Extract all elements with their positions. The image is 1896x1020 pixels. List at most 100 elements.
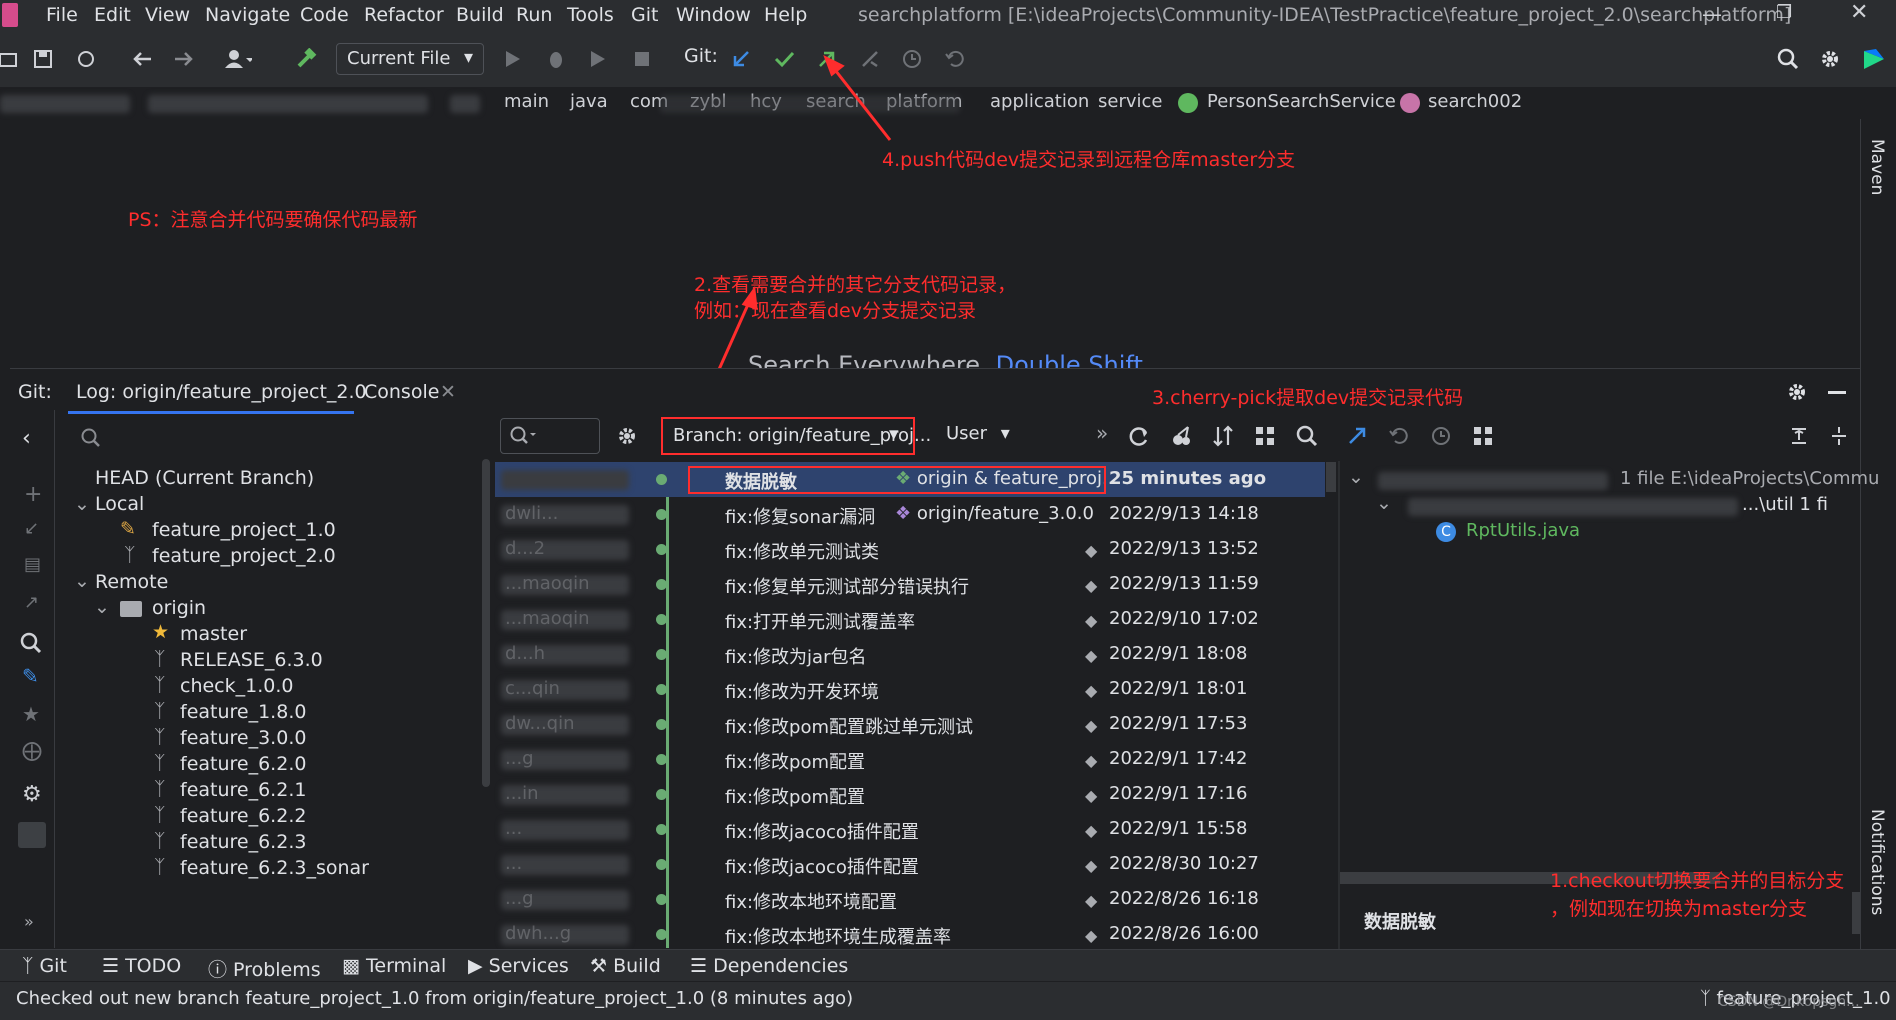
collapse-all-icon[interactable]: [1828, 425, 1850, 447]
branch-local-item[interactable]: feature_project_2.0: [152, 545, 336, 567]
ide-logo-icon[interactable]: [1860, 45, 1888, 73]
commit-row[interactable]: ...maoqin fix:打开单元测试覆盖率 ◆ 2022/9/10 17:02: [495, 602, 1325, 637]
open-folder-icon[interactable]: [0, 45, 22, 73]
commit-row[interactable]: d...h fix:修改为jar包名 ◆ 2022/9/1 18:08: [495, 637, 1325, 672]
menu-window[interactable]: Window: [676, 4, 751, 26]
maximize-button[interactable]: ❐: [1776, 2, 1792, 23]
tab-dependencies[interactable]: ☰ Dependencies: [690, 955, 848, 977]
branch-remote-item[interactable]: check_1.0.0: [180, 675, 293, 697]
menu-help[interactable]: Help: [764, 4, 807, 26]
back-arrow-icon[interactable]: [128, 45, 156, 73]
save-icon[interactable]: [29, 45, 57, 73]
branch-remote-origin[interactable]: origin: [152, 597, 206, 619]
branch-remote-item[interactable]: feature_6.2.1: [180, 779, 306, 801]
run-icon[interactable]: [498, 45, 526, 73]
breadcrumb-item[interactable]: service: [1098, 91, 1162, 112]
user-filter-dropdown[interactable]: User ▾: [946, 423, 1010, 444]
branch-remote-item[interactable]: feature_6.2.3: [180, 831, 306, 853]
more-icon[interactable]: »: [24, 912, 34, 931]
chevron-down-icon[interactable]: ⌄: [74, 570, 90, 592]
branch-group-remote[interactable]: Remote: [95, 571, 168, 593]
branch-remote-item[interactable]: feature_1.8.0: [180, 701, 306, 723]
chevron-down-icon[interactable]: ⌄: [74, 493, 90, 515]
branch-remote-item[interactable]: feature_6.2.3_sonar: [180, 857, 369, 879]
branch-remote-item[interactable]: feature_6.2.2: [180, 805, 306, 827]
breadcrumb-item[interactable]: application: [990, 91, 1089, 112]
tab-todo[interactable]: ☰ TODO: [102, 955, 181, 977]
delete-icon[interactable]: ▤: [24, 554, 41, 575]
build-hammer-icon[interactable]: [292, 45, 320, 73]
grid-view-icon[interactable]: [1254, 425, 1276, 447]
close-console-icon[interactable]: ✕: [440, 381, 456, 403]
menu-view[interactable]: View: [145, 4, 190, 26]
tab-log[interactable]: Log: origin/feature_project_2.0: [76, 381, 367, 403]
git-update-icon[interactable]: [727, 45, 755, 73]
user-icon[interactable]: [224, 45, 252, 73]
chevron-down-icon[interactable]: ⌄: [1376, 492, 1392, 514]
commit-row[interactable]: ... fix:修改jacoco插件配置 ◆ 2022/9/1 15:58: [495, 812, 1325, 847]
back-chevron-icon[interactable]: ‹: [22, 426, 31, 451]
debug-icon[interactable]: [542, 45, 570, 73]
history-icon[interactable]: [898, 45, 926, 73]
branch-remote-item[interactable]: feature_3.0.0: [180, 727, 306, 749]
commit-row[interactable]: ...maoqin fix:修复单元测试部分错误执行 ◆ 2022/9/13 11:5…: [495, 567, 1325, 602]
branch-head[interactable]: HEAD (Current Branch): [95, 467, 314, 489]
favorite-star-icon[interactable]: ★: [22, 702, 40, 726]
close-button[interactable]: ✕: [1850, 0, 1868, 25]
commit-row[interactable]: d...2 fix:修改单元测试类 ◆ 2022/9/13 13:52: [495, 532, 1325, 567]
stop-icon[interactable]: [628, 45, 656, 73]
maven-tool-button[interactable]: Maven: [1867, 139, 1887, 195]
commit-list-scrollbar[interactable]: [1326, 462, 1336, 492]
breadcrumb-method[interactable]: search002: [1428, 91, 1522, 112]
coverage-icon[interactable]: [584, 45, 612, 73]
branch-filter-dropdown[interactable]: Branch: origin/feature_proj... ▾: [661, 417, 931, 455]
menu-file[interactable]: File: [46, 4, 78, 26]
git-push-icon[interactable]: [813, 45, 841, 73]
menu-edit[interactable]: Edit: [94, 4, 131, 26]
commit-row[interactable]: c...qin fix:修改为开发环境 ◆ 2022/9/1 18:01: [495, 672, 1325, 707]
commit-row[interactable]: ...g fix:修改pom配置 ◆ 2022/9/1 17:42: [495, 742, 1325, 777]
refresh-icon[interactable]: [1128, 425, 1150, 447]
target-icon[interactable]: ⨁: [22, 738, 42, 762]
settings-gear-icon[interactable]: ⚙: [22, 782, 42, 807]
menu-refactor[interactable]: Refactor: [364, 4, 444, 26]
edit-icon[interactable]: ✎: [22, 664, 39, 688]
tab-problems[interactable]: ⓘ Problems: [208, 955, 321, 982]
log-search-field[interactable]: [500, 418, 600, 454]
revert-icon[interactable]: [1388, 425, 1410, 447]
commit-row[interactable]: ...in fix:修改pom配置 ◆ 2022/9/1 17:16: [495, 777, 1325, 812]
forward-arrow-icon[interactable]: [170, 45, 198, 73]
cherry-pick-icon[interactable]: [1170, 425, 1192, 447]
menu-navigate[interactable]: Navigate: [205, 4, 290, 26]
sort-icon[interactable]: [1212, 425, 1234, 447]
minimize-button[interactable]: —: [1702, 2, 1722, 26]
branch-remote-item[interactable]: feature_6.2.0: [180, 753, 306, 775]
breadcrumb-class[interactable]: PersonSearchService: [1207, 91, 1396, 112]
commit-row[interactable]: ...g fix:修改本地环境配置 ◆ 2022/8/26 16:18: [495, 882, 1325, 917]
more-filters-icon[interactable]: »: [1096, 421, 1108, 445]
tab-services[interactable]: ▶ Services: [468, 955, 569, 977]
commit-row[interactable]: dwh...g fix:修改本地环境生成覆盖率 ◆ 2022/8/26 16:00: [495, 917, 1325, 952]
branch-remote-item[interactable]: RELEASE_6.3.0: [180, 649, 323, 671]
git-commit-icon[interactable]: [770, 45, 798, 73]
tab-build[interactable]: ⚒ Build: [590, 955, 661, 977]
details-scrollbar[interactable]: [1852, 892, 1860, 934]
minimize-panel-icon[interactable]: [1828, 391, 1846, 394]
branch-search-field[interactable]: [68, 421, 488, 455]
update-icon[interactable]: ↙: [24, 518, 39, 539]
menu-build[interactable]: Build: [456, 4, 504, 26]
menu-git[interactable]: Git: [631, 4, 658, 26]
menu-tools[interactable]: Tools: [567, 4, 614, 26]
settings-gear-icon[interactable]: [1816, 45, 1844, 73]
log-settings-gear-icon[interactable]: [616, 425, 638, 447]
rollback-icon[interactable]: [941, 45, 969, 73]
menu-code[interactable]: Code: [300, 4, 349, 26]
panel-settings-gear-icon[interactable]: [1786, 381, 1808, 403]
tab-console[interactable]: Console: [364, 381, 439, 403]
changed-file[interactable]: RptUtils.java: [1466, 520, 1580, 541]
layout-icon[interactable]: [18, 822, 46, 848]
search-icon[interactable]: [20, 632, 42, 654]
details-pin-icon[interactable]: [1346, 425, 1368, 447]
branch-group-local[interactable]: Local: [95, 493, 144, 515]
search-icon[interactable]: [1296, 425, 1318, 447]
